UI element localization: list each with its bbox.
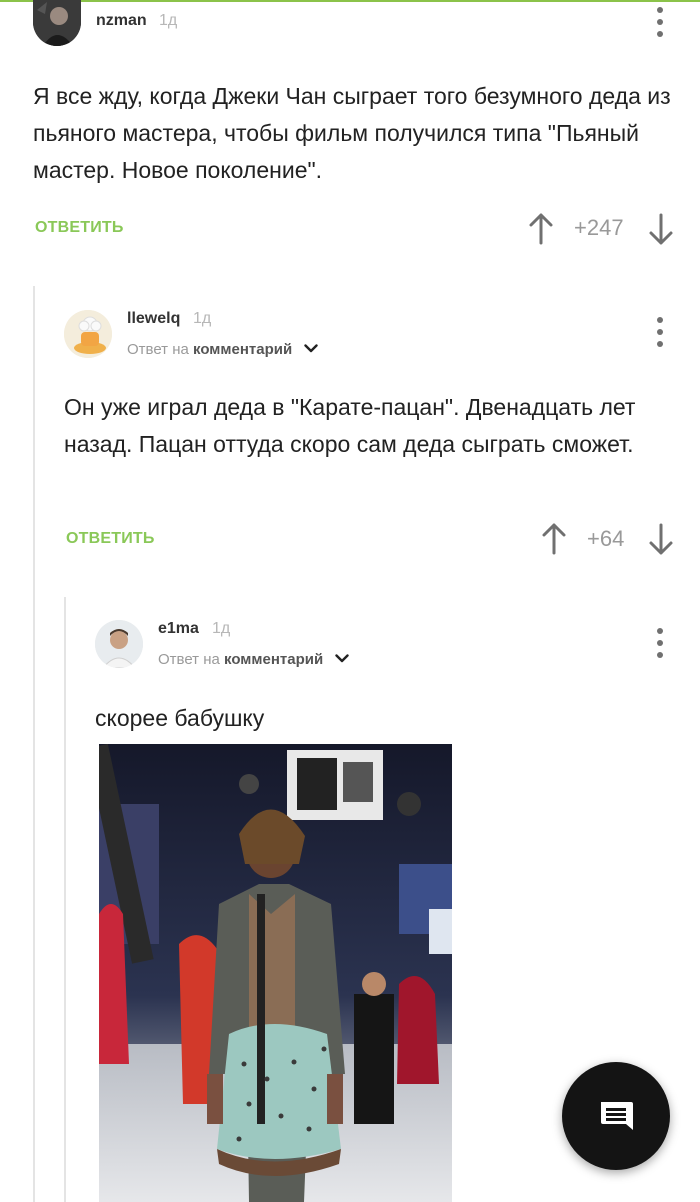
reply-to-target[interactable]: комментарий	[224, 651, 323, 668]
more-icon[interactable]	[648, 5, 672, 39]
avatar[interactable]	[64, 310, 112, 358]
chevron-down-icon[interactable]	[335, 654, 350, 663]
comment-text: скорее бабушку	[95, 705, 265, 731]
reply-to[interactable]: Ответ на комментарий	[127, 341, 319, 358]
arrow-up-icon[interactable]	[528, 212, 554, 246]
username[interactable]: nzman	[96, 12, 147, 30]
reply-to-prefix: Ответ на	[127, 341, 189, 358]
vote-score: +247	[574, 215, 624, 240]
avatar[interactable]	[33, 0, 81, 46]
more-icon[interactable]	[648, 626, 672, 660]
chat-icon	[601, 1102, 633, 1130]
reply-to[interactable]: Ответ на комментарий	[158, 651, 350, 668]
arrow-down-icon[interactable]	[648, 522, 674, 556]
comment-fab-button[interactable]	[562, 1062, 670, 1170]
reply-to-prefix: Ответ на	[158, 651, 220, 668]
thread-line-level-2	[64, 597, 66, 1202]
username[interactable]: e1ma	[158, 620, 199, 638]
timestamp: 1д	[159, 12, 178, 29]
chevron-down-icon[interactable]	[304, 344, 319, 353]
timestamp: 1д	[212, 620, 231, 637]
vote-score: +64	[587, 526, 625, 551]
arrow-down-icon[interactable]	[648, 212, 674, 246]
reply-to-target[interactable]: комментарий	[193, 341, 292, 358]
arrow-up-icon[interactable]	[541, 522, 567, 556]
top-accent-line	[0, 0, 700, 2]
reply-button[interactable]: ОТВЕТИТЬ	[66, 530, 155, 548]
timestamp: 1д	[193, 310, 212, 327]
comment-image[interactable]	[99, 744, 452, 1202]
more-icon[interactable]	[648, 315, 672, 349]
comment-text: Он уже играл деда в "Карате-пацан". Двен…	[64, 394, 636, 457]
comment-text: Я все жду, когда Джеки Чан сыграет того …	[33, 83, 671, 183]
thread-line-level-1	[33, 286, 35, 1202]
reply-button[interactable]: ОТВЕТИТЬ	[35, 219, 124, 237]
username[interactable]: llewelq	[127, 310, 180, 328]
avatar[interactable]	[95, 620, 143, 668]
